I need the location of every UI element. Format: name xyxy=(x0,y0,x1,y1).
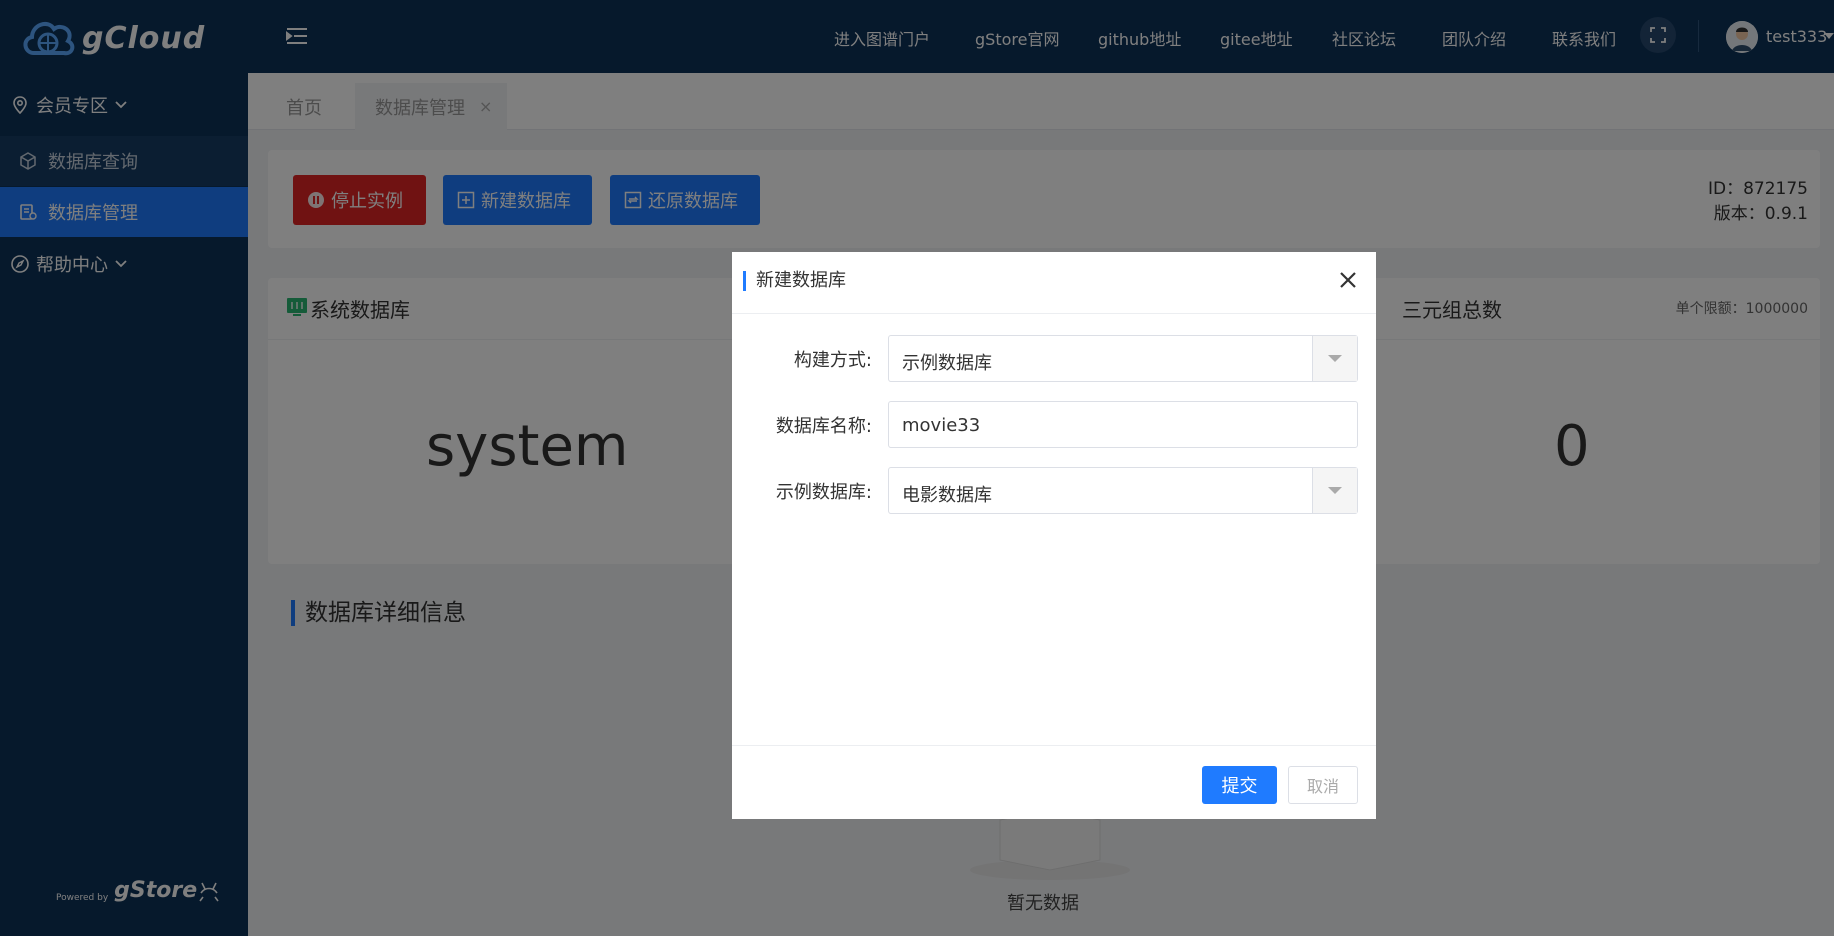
dropdown-button[interactable] xyxy=(1312,468,1357,513)
close-icon[interactable] xyxy=(1336,268,1360,292)
cancel-button[interactable]: 取消 xyxy=(1288,766,1358,804)
sample-db-label: 示例数据库: xyxy=(775,482,872,503)
caret-down-icon xyxy=(1328,355,1342,362)
select-value: 电影数据库 xyxy=(902,485,992,506)
submit-button[interactable]: 提交 xyxy=(1202,766,1277,804)
caret-down-icon xyxy=(1328,487,1342,494)
new-database-dialog: 新建数据库 构建方式: 示例数据库 数据库名称: 示例数据库: 电影数据库 提交… xyxy=(732,252,1376,819)
db-name-label: 数据库名称: xyxy=(775,416,872,437)
build-method-select[interactable]: 示例数据库 xyxy=(888,335,1358,382)
sample-db-select[interactable]: 电影数据库 xyxy=(888,467,1358,514)
build-method-label: 构建方式: xyxy=(793,350,872,371)
dialog-title: 新建数据库 xyxy=(743,271,846,291)
dropdown-button[interactable] xyxy=(1312,336,1357,381)
select-value: 示例数据库 xyxy=(902,353,992,374)
db-name-input[interactable] xyxy=(902,412,1342,438)
db-name-field xyxy=(888,401,1358,448)
dialog-footer: 提交 取消 xyxy=(732,745,1376,819)
dialog-header: 新建数据库 xyxy=(732,252,1376,314)
